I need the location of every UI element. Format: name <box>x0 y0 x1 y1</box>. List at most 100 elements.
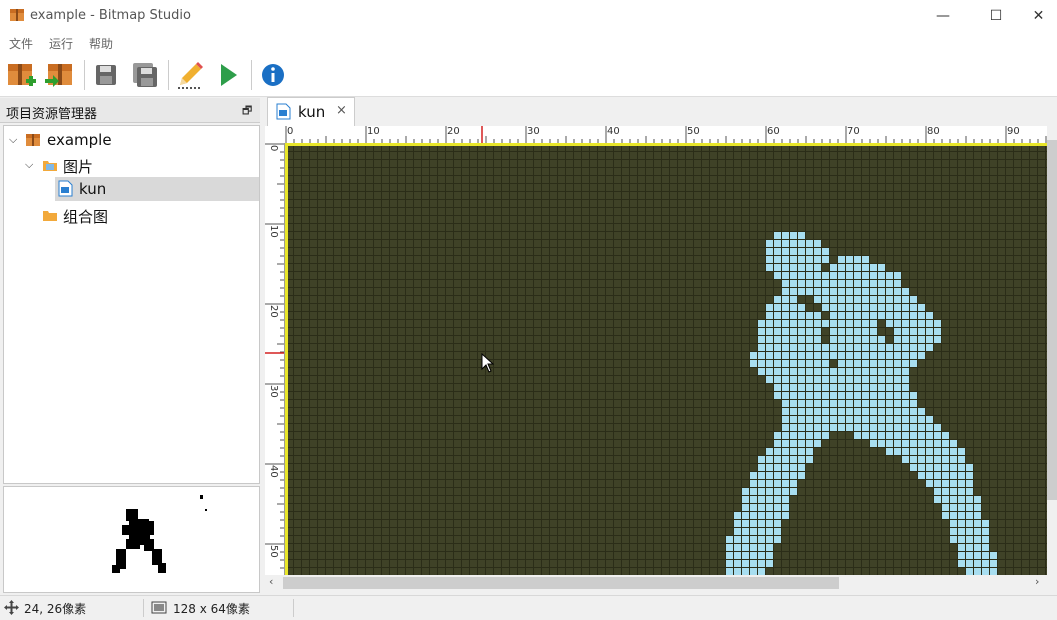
bitmap-grid[interactable] <box>285 143 1047 575</box>
ruler-label: 30 <box>527 126 540 137</box>
tree-item-label: 组合图 <box>63 208 109 226</box>
image-file-icon <box>276 103 291 120</box>
ruler-label: 50 <box>268 545 279 558</box>
app-icon <box>10 9 24 21</box>
open-project-icon[interactable] <box>44 59 76 91</box>
project-box-icon <box>26 134 40 146</box>
toolbar-separator <box>84 60 85 90</box>
ruler-label: 20 <box>447 126 460 137</box>
menu-help[interactable]: 帮助 <box>89 35 113 52</box>
lit-pixel-run <box>758 320 878 328</box>
tree-item-label: 图片 <box>63 158 94 176</box>
float-panel-icon[interactable]: 🗗 <box>242 102 252 121</box>
ruler-label: 0 <box>287 126 294 137</box>
vertical-scroll-thumb[interactable] <box>1047 140 1057 500</box>
project-panel-header: 项目资源管理器 🗗 <box>0 98 260 123</box>
edit-icon[interactable] <box>174 59 206 91</box>
tree-item-combo[interactable]: 组合图 <box>4 203 259 227</box>
status-separator <box>293 599 294 617</box>
tree-item-label: kun <box>79 180 107 198</box>
ruler-label: 40 <box>268 465 279 478</box>
image-size: 128 x 64像素 <box>173 602 250 616</box>
close-icon[interactable]: × <box>336 103 347 118</box>
image-file-icon <box>58 180 73 197</box>
toolbar-separator <box>251 60 252 90</box>
ruler-left: 0 10 20 30 40 50 <box>265 143 285 575</box>
toolbar-separator <box>168 60 169 90</box>
ruler-label: 0 <box>268 145 279 152</box>
chevron-down-icon[interactable]: ⌵ <box>25 158 33 172</box>
menu-file[interactable]: 文件 <box>9 35 33 52</box>
info-icon[interactable] <box>257 59 289 91</box>
lit-pixel-run <box>782 280 902 288</box>
save-icon[interactable] <box>90 59 122 91</box>
lit-pixel-run <box>838 368 910 376</box>
ruler-label: 10 <box>268 225 279 238</box>
ruler-label: 10 <box>367 126 380 137</box>
lit-pixel-run <box>942 504 982 512</box>
ruler-label: 50 <box>687 126 700 137</box>
lit-pixel-run <box>950 520 990 528</box>
lit-pixel-run <box>782 416 934 424</box>
lit-pixel-run <box>870 440 958 448</box>
lit-pixel-run <box>950 528 990 536</box>
editor-tab-strip <box>265 97 1057 125</box>
lit-pixel-run <box>958 560 998 568</box>
scroll-right-icon[interactable]: › <box>1035 575 1039 588</box>
lit-pixel-run <box>774 296 798 304</box>
title-bar: example - Bitmap Studio — ☐ ✕ <box>0 0 1057 32</box>
minimize-button[interactable]: — <box>920 0 966 32</box>
preview-image <box>112 495 207 573</box>
save-all-icon[interactable] <box>129 59 161 91</box>
ruler-corner <box>265 126 285 143</box>
image-size-icon <box>151 601 167 614</box>
ruler-top: 0 10 20 30 40 50 60 70 80 90 <box>285 126 1047 144</box>
window-title: example - Bitmap Studio <box>30 8 191 23</box>
status-bar: 24, 26像素 128 x 64像素 <box>0 595 1057 620</box>
lit-pixel-run <box>774 384 910 392</box>
scroll-left-icon[interactable]: ‹ <box>269 575 273 588</box>
lit-pixel-run <box>942 512 982 520</box>
lit-pixel-run <box>950 536 990 544</box>
tab-kun[interactable]: kun × <box>267 97 355 126</box>
tree-item-images[interactable]: ⌵ 图片 <box>4 153 259 177</box>
new-project-icon[interactable] <box>6 59 38 91</box>
run-icon[interactable] <box>212 59 244 91</box>
tree-item-kun[interactable]: kun <box>55 177 259 201</box>
close-button[interactable]: ✕ <box>1020 0 1057 32</box>
project-panel-title: 项目资源管理器 <box>6 107 98 122</box>
ruler-left-ticks <box>265 143 284 569</box>
horizontal-scroll-thumb[interactable] <box>283 577 839 589</box>
tree-item-label: example <box>47 131 112 149</box>
maximize-button[interactable]: ☐ <box>973 0 1019 32</box>
lit-pixel-run <box>782 400 918 408</box>
move-cursor-icon <box>4 600 19 615</box>
lit-pixel-run <box>726 568 766 575</box>
tree-item-example[interactable]: ⌵ example <box>4 128 259 152</box>
status-separator <box>143 599 144 617</box>
menu-bar: 文件 运行 帮助 <box>0 32 1057 54</box>
tab-label: kun <box>298 103 326 121</box>
ruler-label: 80 <box>927 126 940 137</box>
pixel-canvas[interactable] <box>285 143 1047 575</box>
mouse-cursor-icon <box>481 353 495 373</box>
ruler-label: 30 <box>268 385 279 398</box>
folder-icon <box>43 211 57 221</box>
folder-icon <box>43 161 57 171</box>
ruler-label: 90 <box>1007 126 1020 137</box>
cursor-position: 24, 26像素 <box>24 602 87 616</box>
project-tree: ⌵ example ⌵ 图片 kun 组合图 <box>3 125 260 484</box>
lit-pixel-run <box>958 552 998 560</box>
vertical-scrollbar[interactable] <box>1047 126 1057 575</box>
toolbar <box>0 54 1057 97</box>
horizontal-scrollbar[interactable]: ‹ › <box>265 575 1047 591</box>
ruler-label: 40 <box>607 126 620 137</box>
lit-pixel-run <box>934 488 974 496</box>
menu-run[interactable]: 运行 <box>49 35 73 52</box>
chevron-down-icon[interactable]: ⌵ <box>9 133 17 147</box>
ruler-label: 70 <box>847 126 860 137</box>
image-preview <box>3 486 260 593</box>
ruler-label: 20 <box>268 305 279 318</box>
lit-pixel-run <box>758 344 830 352</box>
ruler-label: 60 <box>767 126 780 137</box>
